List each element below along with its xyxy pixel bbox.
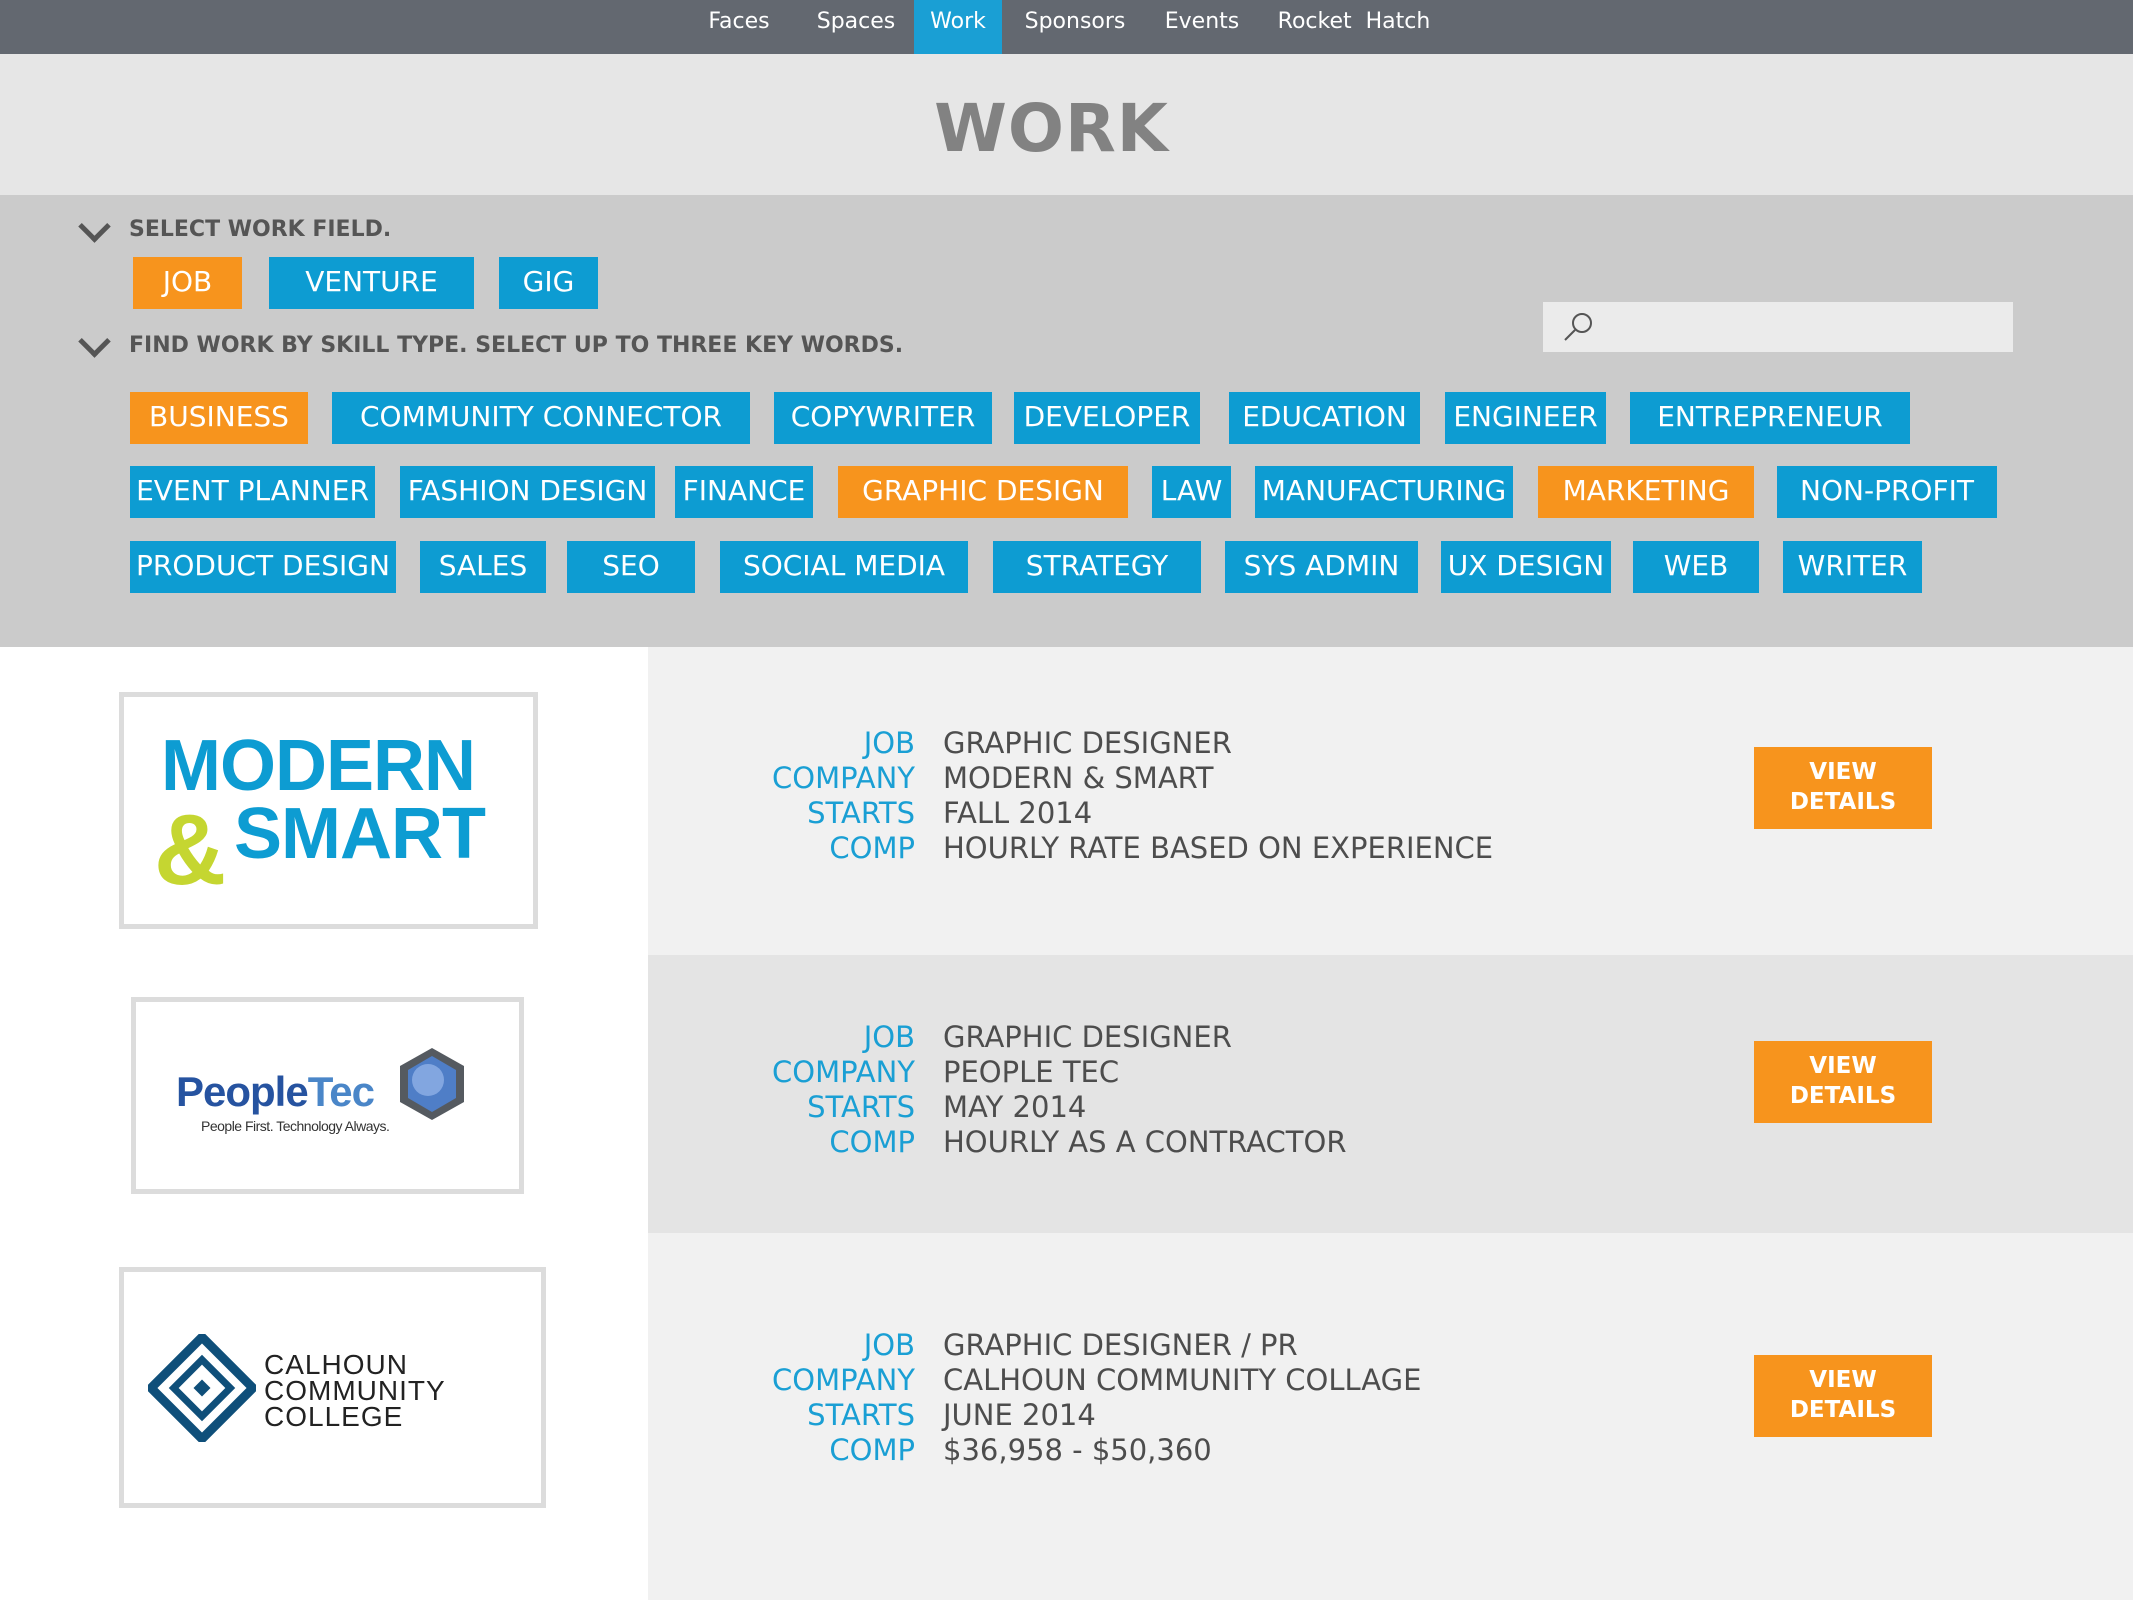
job-title: GRAPHIC DESIGNER <box>943 726 1232 760</box>
work-field-label: SELECT WORK FIELD. <box>129 217 392 242</box>
nav-item-spaces[interactable]: Spaces <box>804 0 908 54</box>
comp-key: COMP <box>829 831 915 865</box>
company-key: COMPANY <box>772 1363 915 1397</box>
skill-tag-event-planner[interactable]: EVENT PLANNER <box>130 466 375 518</box>
page-title: WORK <box>934 90 1169 167</box>
view-details-button[interactable]: VIEW DETAILS <box>1754 747 1932 829</box>
view-details-button[interactable]: VIEW DETAILS <box>1754 1355 1932 1437</box>
company-logo-modern-smart[interactable]: MODERN & SMART <box>119 692 538 929</box>
company-name: PEOPLE TEC <box>943 1055 1120 1089</box>
skill-tag-product-design[interactable]: PRODUCT DESIGN <box>130 541 396 593</box>
button-label: VIEW <box>1809 759 1877 785</box>
skill-tag-sys-admin[interactable]: SYS ADMIN <box>1225 541 1418 593</box>
job-key: JOB <box>863 726 915 760</box>
title-band: WORK <box>0 54 2133 195</box>
skill-tag-graphic-design[interactable]: GRAPHIC DESIGN <box>838 466 1128 518</box>
job-title: GRAPHIC DESIGNER <box>943 1020 1232 1054</box>
skill-tag-manufacturing[interactable]: MANUFACTURING <box>1255 466 1513 518</box>
chevron-down-icon[interactable] <box>78 210 111 243</box>
skill-tag-engineer[interactable]: ENGINEER <box>1445 392 1606 444</box>
button-label: DETAILS <box>1789 1397 1897 1423</box>
view-details-button[interactable]: VIEW DETAILS <box>1754 1041 1932 1123</box>
company-name: MODERN & SMART <box>943 761 1214 795</box>
search-icon <box>1564 313 1592 341</box>
company-logo-calhoun[interactable]: CALHOUN COMMUNITY COLLEGE <box>119 1267 546 1508</box>
job-key: JOB <box>863 1020 915 1054</box>
job-title: GRAPHIC DESIGNER / PR <box>943 1328 1298 1362</box>
nav-item-faces[interactable]: Faces <box>694 0 784 54</box>
button-label: DETAILS <box>1789 789 1897 815</box>
company-key: COMPANY <box>772 761 915 795</box>
skill-tag-community-connector[interactable]: COMMUNITY CONNECTOR <box>332 392 750 444</box>
calhoun-logo-mark-icon <box>148 1334 256 1442</box>
compensation: HOURLY RATE BASED ON EXPERIENCE <box>943 831 1494 865</box>
comp-key: COMP <box>829 1433 915 1467</box>
company-logo-peopletec[interactable]: PeopleTec People First. Technology Alway… <box>131 997 524 1194</box>
chevron-down-icon[interactable] <box>78 325 111 358</box>
skill-tag-web[interactable]: WEB <box>1633 541 1759 593</box>
starts-key: STARTS <box>807 796 915 830</box>
starts-key: STARTS <box>807 1090 915 1124</box>
job-key: JOB <box>863 1328 915 1362</box>
skill-tag-education[interactable]: EDUCATION <box>1229 392 1420 444</box>
nav-item-work[interactable]: Work <box>914 0 1002 54</box>
skill-tag-non-profit[interactable]: NON-PROFIT <box>1777 466 1997 518</box>
skill-tag-ux-design[interactable]: UX DESIGN <box>1441 541 1611 593</box>
filter-panel: SELECT WORK FIELD. JOB VENTURE GIG FIND … <box>0 195 2133 647</box>
field-option-gig[interactable]: GIG <box>499 257 598 309</box>
button-label: VIEW <box>1809 1053 1877 1079</box>
starts-key: STARTS <box>807 1398 915 1432</box>
skill-tag-law[interactable]: LAW <box>1152 466 1231 518</box>
logo-text: PeopleTec <box>176 1068 375 1115</box>
logo-tagline: People First. Technology Always. <box>201 1118 390 1134</box>
top-nav: Faces Spaces Work Sponsors Events Rocket… <box>0 0 2133 54</box>
nav-item-sponsors[interactable]: Sponsors <box>1018 0 1132 54</box>
skill-tag-fashion-design[interactable]: FASHION DESIGN <box>400 466 655 518</box>
skill-tag-finance[interactable]: FINANCE <box>675 466 813 518</box>
skill-tag-seo[interactable]: SEO <box>567 541 695 593</box>
skill-tag-entrepreneur[interactable]: ENTREPRENEUR <box>1630 392 1910 444</box>
start-date: FALL 2014 <box>943 796 1093 830</box>
skill-type-label: FIND WORK BY SKILL TYPE. SELECT UP TO TH… <box>129 333 904 358</box>
skill-tag-sales[interactable]: SALES <box>420 541 546 593</box>
skill-tag-marketing[interactable]: MARKETING <box>1538 466 1754 518</box>
search-input[interactable] <box>1603 302 2007 354</box>
company-key: COMPANY <box>772 1055 915 1089</box>
field-option-venture[interactable]: VENTURE <box>269 257 474 309</box>
skill-tag-copywriter[interactable]: COPYWRITER <box>774 392 992 444</box>
skill-tag-business[interactable]: BUSINESS <box>130 392 308 444</box>
logo-ampersand: & <box>154 794 227 906</box>
skill-tag-writer[interactable]: WRITER <box>1783 541 1922 593</box>
company-name: CALHOUN COMMUNITY COLLAGE <box>943 1363 1422 1397</box>
search-box[interactable] <box>1543 302 2013 354</box>
button-label: DETAILS <box>1789 1083 1897 1109</box>
field-option-job[interactable]: JOB <box>133 257 242 309</box>
skill-tag-developer[interactable]: DEVELOPER <box>1014 392 1200 444</box>
skill-tag-strategy[interactable]: STRATEGY <box>993 541 1201 593</box>
nav-item-events[interactable]: Events <box>1158 0 1246 54</box>
nav-item-rocket-hatch[interactable]: Rocket Hatch <box>1272 0 1436 54</box>
start-date: JUNE 2014 <box>943 1398 1096 1432</box>
compensation: HOURLY AS A CONTRACTOR <box>943 1125 1347 1159</box>
button-label: VIEW <box>1809 1367 1877 1393</box>
start-date: MAY 2014 <box>943 1090 1087 1124</box>
skill-tag-social-media[interactable]: SOCIAL MEDIA <box>720 541 968 593</box>
compensation: $36,958 - $50,360 <box>943 1433 1212 1467</box>
logo-text: SMART <box>234 794 486 874</box>
comp-key: COMP <box>829 1125 915 1159</box>
hexagon-cube-icon <box>400 1048 464 1120</box>
logo-text: CALHOUN COMMUNITY COLLEGE <box>264 1349 446 1432</box>
